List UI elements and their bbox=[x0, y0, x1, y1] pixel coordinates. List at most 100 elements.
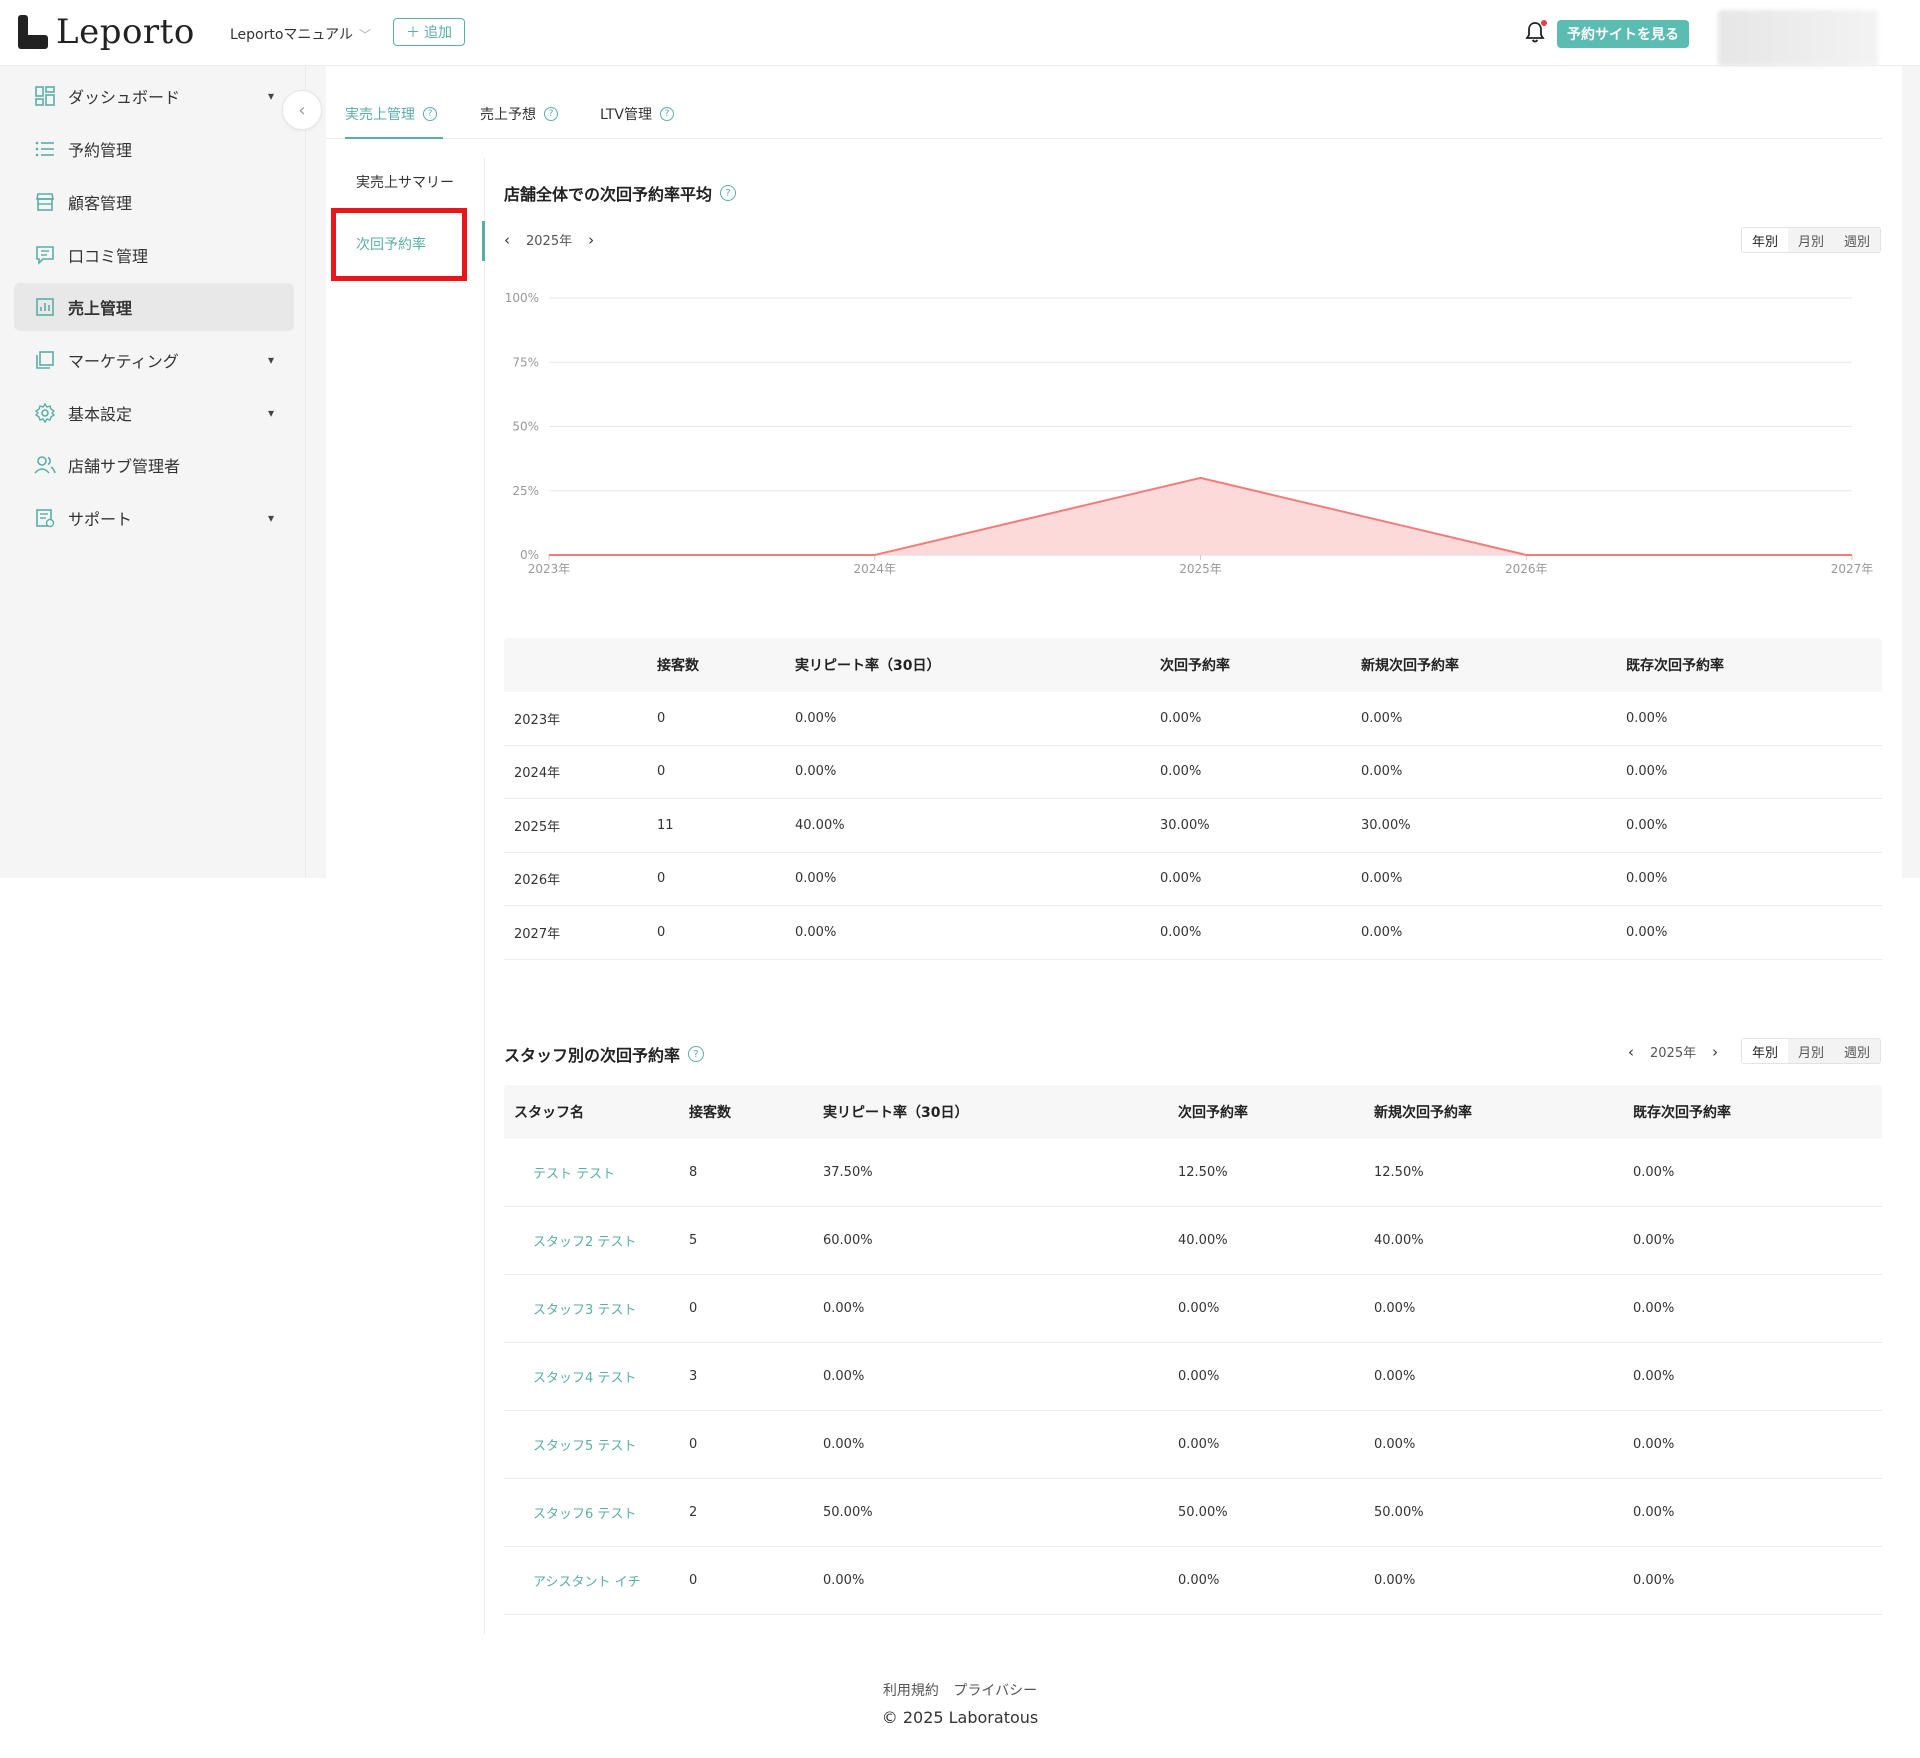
plus-icon: ＋ bbox=[406, 25, 420, 41]
table-cell: 12.50% bbox=[1178, 1165, 1228, 1180]
staff-period-toggle: 年別 月別 週別 bbox=[1741, 1038, 1881, 1064]
column-header: 実リピート率（30日） bbox=[795, 658, 941, 674]
sidebar-item-reviews[interactable]: 口コミ管理 bbox=[14, 231, 294, 279]
table-cell: 0.00% bbox=[1178, 1573, 1220, 1588]
chart-icon bbox=[34, 296, 56, 318]
collapse-sidebar-button[interactable]: ‹ bbox=[282, 90, 322, 130]
table-cell: 0.00% bbox=[1626, 924, 1668, 940]
table-cell: 0.00% bbox=[795, 871, 837, 887]
sidebar-item-label: 基本設定 bbox=[68, 405, 133, 424]
table-cell: 0.00% bbox=[1633, 1505, 1675, 1520]
store-name: Leportoマニュアル bbox=[230, 27, 354, 43]
support-icon bbox=[34, 507, 56, 529]
staff-name-link[interactable]: スタッフ4 テスト bbox=[504, 1367, 679, 1386]
help-icon[interactable]: ? bbox=[423, 107, 437, 121]
table-cell: 2027年 bbox=[514, 926, 561, 942]
table-cell: 5 bbox=[689, 1233, 698, 1248]
period-yearly-button[interactable]: 年別 bbox=[1742, 1039, 1788, 1063]
logo[interactable]: Leporto bbox=[18, 12, 195, 52]
period-yearly-button[interactable]: 年別 bbox=[1742, 228, 1788, 252]
table-cell: 0.00% bbox=[1633, 1369, 1675, 1384]
sidebar-item-reservations[interactable]: 予約管理 bbox=[14, 125, 294, 173]
table-cell: 37.50% bbox=[823, 1165, 873, 1180]
sidebar-item-label: マーケティング bbox=[68, 352, 179, 371]
table-cell: 0 bbox=[689, 1573, 698, 1588]
table-row: 2023年 0 0.00% 0.00% 0.00% 0.00% bbox=[504, 692, 1882, 746]
table-cell: 0.00% bbox=[795, 924, 837, 940]
help-icon[interactable]: ? bbox=[688, 1046, 705, 1062]
table-cell: 0.00% bbox=[1361, 764, 1403, 780]
tab-label: 実売上管理 bbox=[345, 107, 415, 123]
help-icon[interactable]: ? bbox=[660, 107, 675, 121]
sidebar-item-settings[interactable]: 基本設定 ▾ bbox=[14, 389, 294, 437]
sidebar-item-sales[interactable]: 売上管理 bbox=[14, 283, 294, 331]
table-row: テスト テスト 8 37.50% 12.50% 12.50% 0.00% bbox=[504, 1139, 1882, 1207]
chevron-down-icon: ▾ bbox=[267, 406, 274, 420]
table-cell: 0.00% bbox=[1374, 1369, 1416, 1384]
tab-ltv[interactable]: LTV管理 ? bbox=[600, 104, 675, 124]
tab-sales-forecast[interactable]: 売上予想 ? bbox=[480, 104, 558, 124]
table-cell: 30.00% bbox=[1361, 817, 1411, 833]
submenu-sales-summary[interactable]: 実売上サマリー bbox=[356, 172, 454, 192]
period-weekly-button[interactable]: 週別 bbox=[1834, 228, 1880, 252]
chevron-left-icon: ‹ bbox=[298, 99, 306, 121]
table-cell: 0.00% bbox=[1374, 1437, 1416, 1452]
section-title-text: 店舗全体での次回予約率平均 bbox=[504, 185, 713, 204]
sidebar-item-dashboard[interactable]: ダッシュボード ▾ bbox=[14, 72, 294, 120]
sidebar-item-marketing[interactable]: マーケティング ▾ bbox=[14, 336, 294, 384]
staff-name-link[interactable]: スタッフ5 テスト bbox=[504, 1435, 679, 1454]
staff-name-link[interactable]: テスト テスト bbox=[504, 1163, 679, 1182]
store-selector[interactable]: Leportoマニュアル ﹀ bbox=[230, 24, 371, 44]
table-cell: 0.00% bbox=[1626, 871, 1668, 887]
avg-year-nav: ‹ 2025年 › bbox=[504, 230, 594, 250]
table-header: スタッフ名 接客数 実リピート率（30日） 次回予約率 新規次回予約率 既存次回予約率 bbox=[504, 1085, 1882, 1139]
table-cell: 0.00% bbox=[1633, 1573, 1675, 1588]
column-header: 既存次回予約率 bbox=[1626, 658, 1724, 674]
table-row: スタッフ2 テスト 5 60.00% 40.00% 40.00% 0.00% bbox=[504, 1207, 1882, 1275]
chevron-down-icon: ▾ bbox=[267, 89, 274, 103]
table-cell: 30.00% bbox=[1160, 817, 1210, 833]
help-icon[interactable]: ? bbox=[544, 107, 558, 121]
chevron-left-icon[interactable]: ‹ bbox=[504, 231, 510, 249]
sidebar-item-label: ダッシュボード bbox=[68, 88, 181, 107]
period-monthly-button[interactable]: 月別 bbox=[1788, 228, 1834, 252]
sidebar-item-customers[interactable]: 顧客管理 bbox=[14, 178, 294, 226]
staff-name-link[interactable]: スタッフ3 テスト bbox=[504, 1299, 679, 1318]
help-icon[interactable]: ? bbox=[720, 185, 737, 201]
table-cell: 0 bbox=[657, 924, 666, 940]
sidebar-item-support[interactable]: サポート ▾ bbox=[14, 494, 294, 542]
terms-link[interactable]: 利用規約 bbox=[883, 1683, 939, 1699]
table-cell: 0.00% bbox=[1361, 710, 1403, 726]
add-button[interactable]: ＋ 追加 bbox=[393, 18, 465, 46]
sidebar-item-sub-admins[interactable]: 店舗サブ管理者 bbox=[14, 441, 294, 489]
staff-name-link[interactable]: スタッフ6 テスト bbox=[504, 1503, 679, 1522]
table-cell: 0.00% bbox=[1178, 1301, 1220, 1316]
chevron-left-icon[interactable]: ‹ bbox=[1628, 1043, 1634, 1061]
table-cell: 3 bbox=[689, 1369, 698, 1384]
period-weekly-button[interactable]: 週別 bbox=[1834, 1039, 1880, 1063]
privacy-link[interactable]: プライバシー bbox=[953, 1683, 1037, 1699]
table-cell: 0.00% bbox=[795, 710, 837, 726]
user-avatar[interactable] bbox=[1718, 10, 1878, 66]
table-cell: 0.00% bbox=[823, 1573, 865, 1588]
y-tick-label: 100% bbox=[505, 291, 539, 305]
table-cell: 50.00% bbox=[1374, 1505, 1424, 1520]
staff-name-link[interactable]: スタッフ2 テスト bbox=[504, 1231, 679, 1250]
table-row: 2024年 0 0.00% 0.00% 0.00% 0.00% bbox=[504, 746, 1882, 799]
tab-actual-sales[interactable]: 実売上管理 ? bbox=[345, 104, 437, 124]
table-row: 2027年 0 0.00% 0.00% 0.00% 0.00% bbox=[504, 906, 1882, 960]
view-booking-site-button[interactable]: 予約サイトを見る bbox=[1557, 20, 1689, 48]
staff-name-link[interactable]: アシスタント イチ bbox=[504, 1571, 679, 1590]
x-tick-label: 2025年 bbox=[1179, 562, 1222, 576]
copy-icon bbox=[34, 349, 56, 371]
table-cell: 0.00% bbox=[1361, 924, 1403, 940]
chevron-right-icon[interactable]: › bbox=[588, 231, 594, 249]
chevron-right-icon[interactable]: › bbox=[1712, 1043, 1718, 1061]
table-row: アシスタント イチ 0 0.00% 0.00% 0.00% 0.00% bbox=[504, 1547, 1882, 1615]
column-header: 次回予約率 bbox=[1160, 658, 1230, 674]
submenu-active-indicator bbox=[482, 221, 485, 261]
table-cell: 2023年 bbox=[514, 712, 561, 728]
sidebar-item-label: 売上管理 bbox=[68, 299, 133, 318]
table-cell: 12.50% bbox=[1374, 1165, 1424, 1180]
period-monthly-button[interactable]: 月別 bbox=[1788, 1039, 1834, 1063]
